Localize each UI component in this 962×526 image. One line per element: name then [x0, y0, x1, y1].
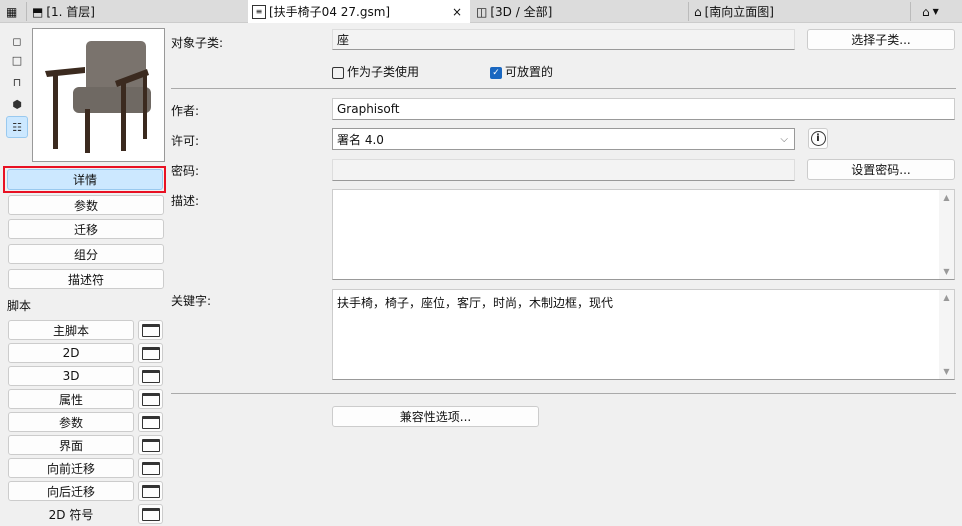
script-button[interactable]: 3D: [8, 366, 134, 386]
preview-image: [32, 28, 165, 162]
nav-components[interactable]: 组分: [8, 244, 164, 264]
password-field: [332, 159, 795, 181]
floor-plan-icon: ⬒: [32, 4, 44, 19]
tab-bar: ▦ ⬒ [1. 首层] ≡ [扶手椅子04 27.gsm] × ◫ [3D / 全部] …: [0, 0, 962, 23]
tab-elevation[interactable]: ⌂ [南向立面图]: [690, 0, 908, 23]
open-script-window-button[interactable]: [138, 320, 163, 340]
select-subtype-button[interactable]: 选择子类...: [807, 29, 955, 50]
nav-descriptors[interactable]: 描述符: [8, 269, 164, 289]
open-script-window-button[interactable]: [138, 366, 163, 386]
3d-icon: ◫: [476, 4, 488, 19]
divider: [171, 88, 956, 89]
description-label: 描述:: [171, 194, 200, 208]
scroll-down-icon: ▼: [943, 367, 950, 376]
script-button[interactable]: 2D 符号: [8, 504, 134, 524]
window-icon: [141, 415, 160, 429]
close-icon[interactable]: ×: [452, 5, 462, 19]
nav-parameters[interactable]: 参数: [8, 195, 164, 215]
keywords-textarea[interactable]: 扶手椅，椅子，座位，客厅，时尚，木制边框，现代 ▲ ▼: [332, 289, 955, 380]
window-icon: [141, 369, 160, 383]
subtype-icon[interactable]: ◻: [9, 33, 25, 49]
info-icon: i: [810, 131, 826, 146]
open-script-window-button[interactable]: [138, 343, 163, 363]
library-part-icon: ≡: [252, 4, 266, 19]
script-button[interactable]: 参数: [8, 412, 134, 432]
subtype-field: 座: [332, 29, 795, 50]
elevation-icon: ⌂: [694, 4, 702, 19]
script-button[interactable]: 主脚本: [8, 320, 134, 340]
chevron-down-icon: ▼: [932, 7, 939, 16]
keywords-label: 关键字:: [171, 294, 212, 308]
author-label: 作者:: [171, 104, 200, 118]
window-icon: [141, 461, 160, 475]
square-icon[interactable]: □: [9, 52, 25, 68]
nav-details[interactable]: 详情: [7, 169, 163, 190]
open-script-window-button[interactable]: [138, 458, 163, 478]
license-label: 许可:: [171, 134, 200, 148]
info-button[interactable]: i: [808, 128, 828, 149]
script-button[interactable]: 属性: [8, 389, 134, 409]
window-icon: [141, 484, 160, 498]
scroll-up-icon: ▲: [943, 193, 950, 202]
script-button[interactable]: 界面: [8, 435, 134, 455]
password-label: 密码:: [171, 164, 200, 178]
divider: [171, 393, 956, 394]
open-script-window-button[interactable]: [138, 481, 163, 501]
subtype-label: 对象子类:: [171, 36, 224, 50]
use-as-subtype-checkbox[interactable]: 作为子类使用: [332, 63, 419, 80]
tab-3d[interactable]: ◫ [3D / 全部]: [472, 0, 688, 23]
details-icon[interactable]: ☷: [6, 116, 28, 138]
grid-view-icon[interactable]: ▦: [2, 0, 24, 23]
set-password-button[interactable]: 设置密码...: [807, 159, 955, 180]
compatibility-options-button[interactable]: 兼容性选项...: [332, 406, 539, 427]
view-menu-button[interactable]: ⌂ ▼: [918, 0, 962, 23]
description-textarea[interactable]: ▲ ▼: [332, 189, 955, 280]
window-icon: [141, 438, 160, 452]
tab-gsm-object[interactable]: ≡ [扶手椅子04 27.gsm] ×: [248, 0, 470, 23]
window-icon: [141, 507, 160, 521]
scroll-down-icon: ▼: [943, 267, 950, 276]
window-icon: [141, 392, 160, 406]
chevron-down-icon: ⌵: [780, 133, 788, 145]
scroll-up-icon: ▲: [943, 293, 950, 302]
cube-icon[interactable]: ⬢: [9, 96, 25, 112]
nav-migration[interactable]: 迁移: [8, 219, 164, 239]
placeable-checkbox[interactable]: ✓ 可放置的: [490, 63, 553, 80]
open-script-window-button[interactable]: [138, 504, 163, 524]
checkbox-icon: [332, 66, 344, 79]
script-button[interactable]: 向前迁移: [8, 458, 134, 478]
open-script-window-button[interactable]: [138, 389, 163, 409]
script-button[interactable]: 2D: [8, 343, 134, 363]
open-script-window-button[interactable]: [138, 435, 163, 455]
tab-floor-plan[interactable]: ⬒ [1. 首层]: [28, 0, 246, 23]
script-button[interactable]: 向后迁移: [8, 481, 134, 501]
table-icon[interactable]: ⊓: [9, 74, 25, 90]
window-icon: [141, 346, 160, 360]
views-icon: ⌂: [922, 4, 930, 19]
author-input[interactable]: Graphisoft: [332, 98, 955, 120]
window-icon: [141, 323, 160, 337]
scrollbar[interactable]: ▲ ▼: [939, 290, 954, 379]
open-script-window-button[interactable]: [138, 412, 163, 432]
license-select[interactable]: 署名 4.0 ⌵: [332, 128, 795, 150]
scripts-heading: 脚本: [7, 299, 32, 313]
scrollbar[interactable]: ▲ ▼: [939, 190, 954, 279]
checkmark-icon: ✓: [490, 66, 502, 79]
